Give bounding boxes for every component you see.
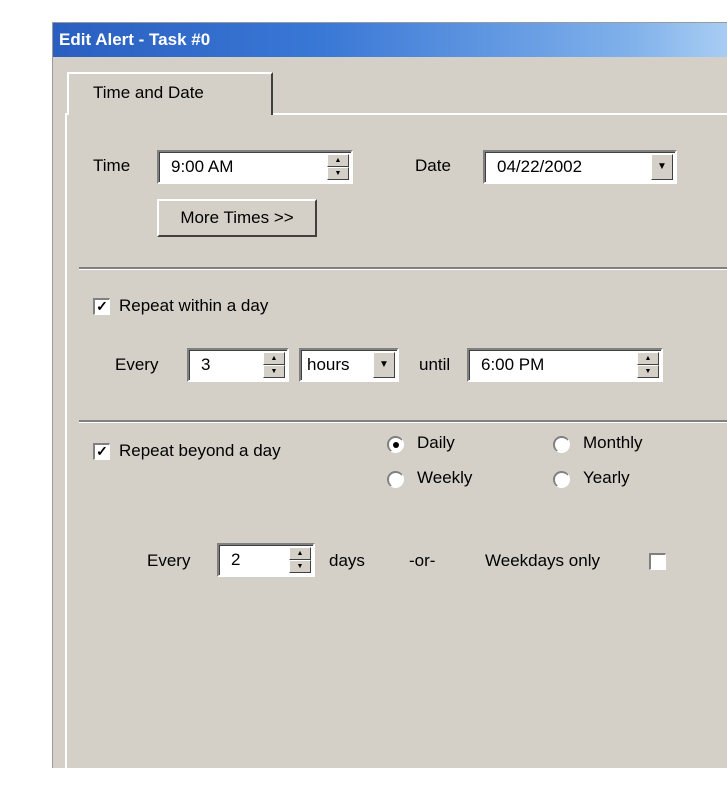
days-interval-value: 2	[231, 550, 241, 569]
until-value: 6:00 PM	[481, 355, 545, 374]
date-field[interactable]: 04/22/2002 ▼	[483, 150, 677, 184]
radio-daily-label: Daily	[417, 433, 455, 452]
date-dropdown-icon[interactable]: ▼	[651, 154, 673, 180]
radio-weekly-label: Weekly	[417, 468, 473, 487]
spin-up-icon[interactable]: ▲	[289, 547, 311, 560]
date-value: 04/22/2002	[497, 157, 583, 176]
time-value: 9:00 AM	[171, 157, 234, 176]
time-spinner[interactable]: ▲ ▼	[327, 154, 349, 180]
repeat-beyond-day-checkbox[interactable]: ✓	[93, 443, 110, 460]
time-field[interactable]: 9:00 AM ▲ ▼	[157, 150, 353, 184]
more-times-button[interactable]: More Times >>	[157, 199, 317, 237]
days-spinner[interactable]: ▲ ▼	[289, 547, 311, 573]
days-label: days	[329, 551, 365, 570]
or-label: -or-	[409, 551, 436, 570]
repeat-within-day-checkbox[interactable]: ✓	[93, 298, 110, 315]
edit-alert-window: Edit Alert - Task #0 Time and Date Time …	[52, 22, 727, 768]
weekdays-only-checkbox[interactable]	[649, 553, 666, 570]
date-label: Date	[415, 156, 451, 175]
radio-yearly-label: Yearly	[583, 468, 630, 487]
tab-panel-border	[65, 113, 67, 768]
radio-yearly[interactable]	[553, 471, 570, 488]
unit-dropdown-icon[interactable]: ▼	[373, 352, 395, 378]
repeat-within-day-label: Repeat within a day	[119, 296, 269, 315]
radio-weekly[interactable]	[387, 471, 404, 488]
unit-value: hours	[307, 355, 350, 374]
until-label: until	[419, 355, 451, 374]
section-separator	[79, 420, 727, 423]
spin-up-icon[interactable]: ▲	[263, 352, 285, 365]
spin-down-icon[interactable]: ▼	[263, 365, 285, 378]
spin-up-icon[interactable]: ▲	[327, 154, 349, 167]
radio-daily[interactable]	[387, 436, 404, 453]
radio-selected-dot	[393, 442, 399, 448]
spin-up-icon[interactable]: ▲	[637, 352, 659, 365]
spin-down-icon[interactable]: ▼	[289, 560, 311, 573]
days-interval-field[interactable]: 2 ▲ ▼	[217, 543, 315, 577]
radio-monthly-label: Monthly	[583, 433, 643, 452]
spin-down-icon[interactable]: ▼	[327, 167, 349, 180]
until-field[interactable]: 6:00 PM ▲ ▼	[467, 348, 663, 382]
weekdays-only-label: Weekdays only	[485, 551, 600, 570]
unit-select[interactable]: hours ▼	[299, 348, 399, 382]
spin-down-icon[interactable]: ▼	[637, 365, 659, 378]
tab-time-and-date[interactable]: Time and Date	[67, 72, 273, 115]
window-title: Edit Alert - Task #0	[53, 23, 727, 57]
interval-spinner[interactable]: ▲ ▼	[263, 352, 285, 378]
until-spinner[interactable]: ▲ ▼	[637, 352, 659, 378]
interval-value: 3	[201, 355, 211, 374]
repeat-beyond-day-label: Repeat beyond a day	[119, 441, 281, 460]
every-days-label: Every	[147, 551, 191, 570]
radio-monthly[interactable]	[553, 436, 570, 453]
time-label: Time	[93, 156, 131, 175]
every-hours-label: Every	[115, 355, 159, 374]
interval-field[interactable]: 3 ▲ ▼	[187, 348, 289, 382]
section-separator	[79, 267, 727, 270]
